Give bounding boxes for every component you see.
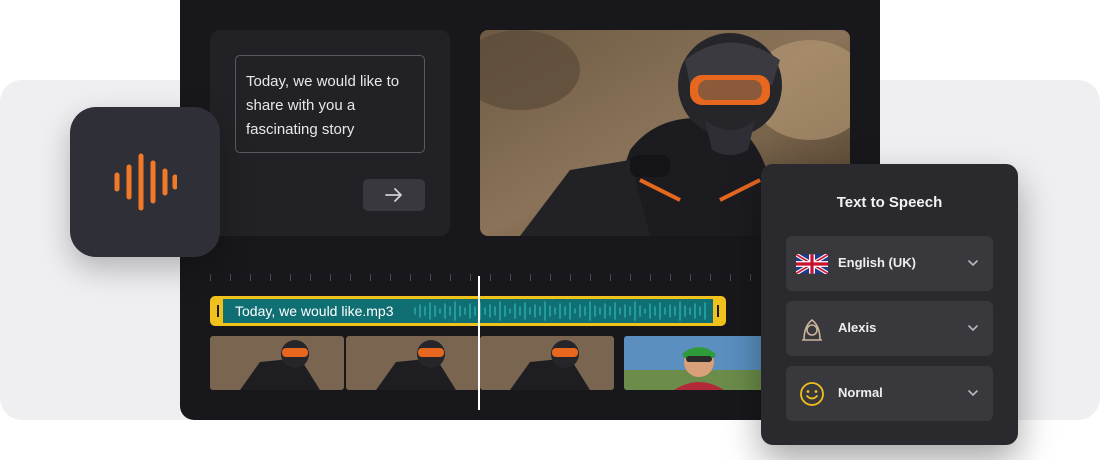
script-text-input[interactable]: Today, we would like to share with you a… bbox=[235, 55, 425, 153]
video-thumbnail[interactable] bbox=[210, 336, 344, 390]
playhead[interactable] bbox=[478, 276, 480, 410]
language-select[interactable]: English (UK) bbox=[786, 236, 993, 291]
sound-wave-icon bbox=[114, 153, 177, 211]
uk-flag-icon bbox=[796, 248, 828, 280]
video-thumbnail[interactable] bbox=[346, 336, 480, 390]
video-thumbnail[interactable] bbox=[480, 336, 614, 390]
voice-select[interactable]: Alexis bbox=[786, 301, 993, 356]
voice-value: Alexis bbox=[838, 320, 877, 335]
smiley-icon bbox=[796, 378, 828, 410]
clip-trim-handle-right[interactable] bbox=[713, 299, 723, 323]
chevron-down-icon bbox=[968, 260, 978, 267]
clip-trim-handle-left[interactable] bbox=[213, 299, 223, 323]
style-select[interactable]: Normal bbox=[786, 366, 993, 421]
audio-clip-name: Today, we would like.mp3 bbox=[235, 303, 394, 319]
audio-clip[interactable]: Today, we would like.mp3 bbox=[210, 296, 726, 326]
chevron-down-icon bbox=[968, 325, 978, 332]
style-value: Normal bbox=[838, 385, 883, 400]
chevron-down-icon bbox=[968, 390, 978, 397]
generate-button[interactable] bbox=[363, 179, 425, 211]
voice-avatar-icon bbox=[796, 313, 828, 345]
text-to-speech-panel: Text to Speech English (UK) Alexis Norma… bbox=[761, 164, 1018, 445]
audio-waveform bbox=[414, 301, 706, 321]
video-thumbnail[interactable] bbox=[624, 336, 770, 390]
video-track[interactable] bbox=[210, 336, 770, 390]
app-icon bbox=[70, 107, 220, 257]
arrow-right-icon bbox=[385, 188, 402, 202]
language-value: English (UK) bbox=[838, 255, 916, 270]
panel-title: Text to Speech bbox=[836, 194, 943, 211]
script-panel: Today, we would like to share with you a… bbox=[210, 30, 450, 236]
timeline-ruler bbox=[210, 274, 770, 284]
